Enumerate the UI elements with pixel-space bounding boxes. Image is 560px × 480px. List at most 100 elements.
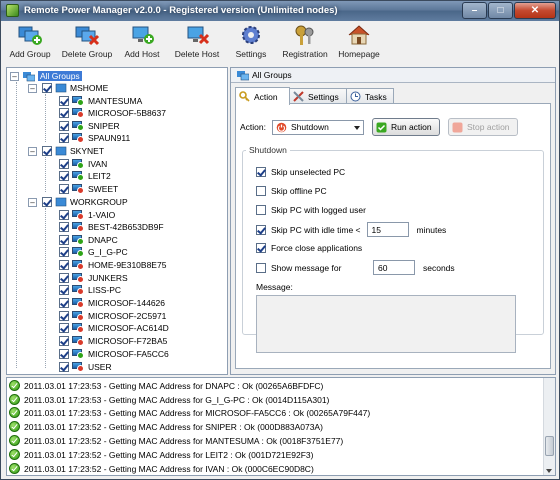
delete-group-button[interactable]: Delete Group: [59, 21, 115, 66]
collapse-toggle[interactable]: –: [28, 198, 37, 207]
tree-host[interactable]: 1-VAIO: [59, 209, 115, 221]
host-checkbox[interactable]: [59, 121, 69, 131]
log-list[interactable]: 2011.03.01 17:23:53 - Getting MAC Addres…: [6, 377, 556, 476]
host-checkbox[interactable]: [59, 108, 69, 118]
option-show-message[interactable]: Show message for 60 seconds: [256, 260, 455, 275]
delete-host-button[interactable]: Delete Host: [169, 21, 225, 66]
scrollbar-thumb[interactable]: [545, 436, 554, 456]
tree-group-mshome[interactable]: – MSHOME: [28, 82, 108, 94]
log-text: 2011.03.01 17:23:53 - Getting MAC Addres…: [24, 407, 371, 418]
host-label: SNIPER: [88, 121, 120, 131]
tree-host[interactable]: MANTESUMA: [59, 95, 142, 107]
tree-group-workgroup[interactable]: – WORKGROUP: [28, 196, 128, 208]
tree-host[interactable]: BEST-42B653DB9F: [59, 221, 164, 233]
tree-host[interactable]: LISS-PC: [59, 284, 121, 296]
tab-settings[interactable]: Settings: [289, 88, 347, 104]
checkbox[interactable]: [256, 262, 266, 273]
idle-minutes-input[interactable]: 15: [366, 222, 409, 237]
homepage-button[interactable]: Homepage: [333, 21, 385, 66]
tree-host[interactable]: SNIPER: [59, 120, 120, 132]
host-checkbox[interactable]: [59, 222, 69, 232]
pc-status-icon: [72, 298, 84, 308]
tree-root[interactable]: – All Groups: [10, 70, 82, 82]
group-checkbox[interactable]: [42, 146, 52, 156]
host-checkbox[interactable]: [59, 235, 69, 245]
action-select[interactable]: Shutdown: [272, 119, 364, 135]
tree-host[interactable]: G_I_G-PC: [59, 246, 128, 258]
tree-host[interactable]: MICROSOF-2C5971: [59, 310, 166, 322]
host-checkbox[interactable]: [59, 311, 69, 321]
host-checkbox[interactable]: [59, 171, 69, 181]
tree-host[interactable]: LEIT2: [59, 170, 111, 182]
group-checkbox[interactable]: [42, 83, 52, 93]
add-host-button[interactable]: Add Host: [115, 21, 169, 66]
ok-icon: [9, 394, 20, 405]
minimize-button[interactable]: –: [462, 2, 487, 19]
checkbox[interactable]: [256, 186, 266, 196]
tree-host[interactable]: MICROSOF-AC614D: [59, 322, 169, 334]
host-checkbox[interactable]: [59, 184, 69, 194]
option-skip-idle[interactable]: Skip PC with idle time < 15 minutes: [256, 222, 446, 237]
tree-host[interactable]: MICROSOF-FA5CC6: [59, 348, 169, 360]
homepage-label: Homepage: [338, 49, 380, 59]
host-checkbox[interactable]: [59, 362, 69, 372]
checkbox[interactable]: [256, 224, 266, 235]
option-force-close[interactable]: Force close applications: [256, 243, 362, 253]
settings-label: Settings: [235, 49, 267, 59]
log-scrollbar[interactable]: [543, 378, 555, 475]
host-checkbox[interactable]: [59, 159, 69, 169]
panel-header-label: All Groups: [252, 70, 292, 80]
pc-status-icon: [72, 260, 84, 270]
stop-action-button[interactable]: Stop action: [448, 118, 518, 136]
close-button[interactable]: ✕: [514, 2, 556, 19]
tree-host[interactable]: MICROSOF-144626: [59, 297, 165, 309]
host-tree[interactable]: – All Groups – MSHOME MANTESUMA MICROSOF…: [6, 67, 228, 375]
tree-host[interactable]: IVAN: [59, 158, 107, 170]
host-checkbox[interactable]: [59, 96, 69, 106]
option-skip-logged-user[interactable]: Skip PC with logged user: [256, 205, 366, 215]
tree-host[interactable]: DNAPC: [59, 234, 118, 246]
tree-host[interactable]: SWEET: [59, 183, 118, 195]
tab-action[interactable]: Action: [235, 87, 290, 105]
host-checkbox[interactable]: [59, 273, 69, 283]
host-checkbox[interactable]: [59, 210, 69, 220]
tab-tasks[interactable]: Tasks: [346, 88, 394, 104]
option-skip-unselected[interactable]: Skip unselected PC: [256, 167, 345, 177]
host-checkbox[interactable]: [59, 247, 69, 257]
host-checkbox[interactable]: [59, 285, 69, 295]
tree-host[interactable]: JUNKERS: [59, 272, 128, 284]
collapse-toggle[interactable]: –: [10, 71, 19, 81]
group-checkbox[interactable]: [42, 197, 52, 207]
tree-host[interactable]: MICROSOF-5B8637: [59, 107, 166, 119]
registration-button[interactable]: Registration: [277, 21, 333, 66]
check-icon: [376, 122, 387, 133]
collapse-toggle[interactable]: –: [28, 84, 37, 93]
tree-guide: [45, 157, 46, 192]
host-checkbox[interactable]: [59, 133, 69, 143]
option-skip-offline[interactable]: Skip offline PC: [256, 186, 327, 196]
host-label: SWEET: [88, 184, 119, 194]
tree-group-skynet[interactable]: – SKYNET: [28, 145, 104, 157]
tree-host[interactable]: MICROSOF-F72BA5: [59, 335, 167, 347]
message-seconds-input[interactable]: 60: [373, 260, 415, 275]
checkbox[interactable]: [256, 243, 266, 253]
settings-button[interactable]: Settings: [225, 21, 277, 66]
host-checkbox[interactable]: [59, 298, 69, 308]
maximize-button[interactable]: □: [488, 2, 513, 19]
add-group-button[interactable]: Add Group: [1, 21, 59, 66]
tree-host[interactable]: USER: [59, 361, 112, 373]
title-bar[interactable]: Remote Power Manager v2.0.0 - Registered…: [1, 1, 559, 21]
tree-host[interactable]: SPAUN911: [59, 132, 130, 144]
checkbox[interactable]: [256, 205, 266, 215]
tree-host[interactable]: HOME-9E310B8E75: [59, 259, 166, 271]
chevron-down-icon: [354, 125, 360, 130]
host-checkbox[interactable]: [59, 260, 69, 270]
collapse-toggle[interactable]: –: [28, 147, 37, 156]
checkbox[interactable]: [256, 167, 266, 177]
host-checkbox[interactable]: [59, 349, 69, 359]
host-checkbox[interactable]: [59, 336, 69, 346]
run-action-button[interactable]: Run action: [372, 118, 440, 136]
scroll-down-icon[interactable]: [546, 469, 552, 473]
host-checkbox[interactable]: [59, 323, 69, 333]
message-textarea[interactable]: [256, 295, 516, 353]
